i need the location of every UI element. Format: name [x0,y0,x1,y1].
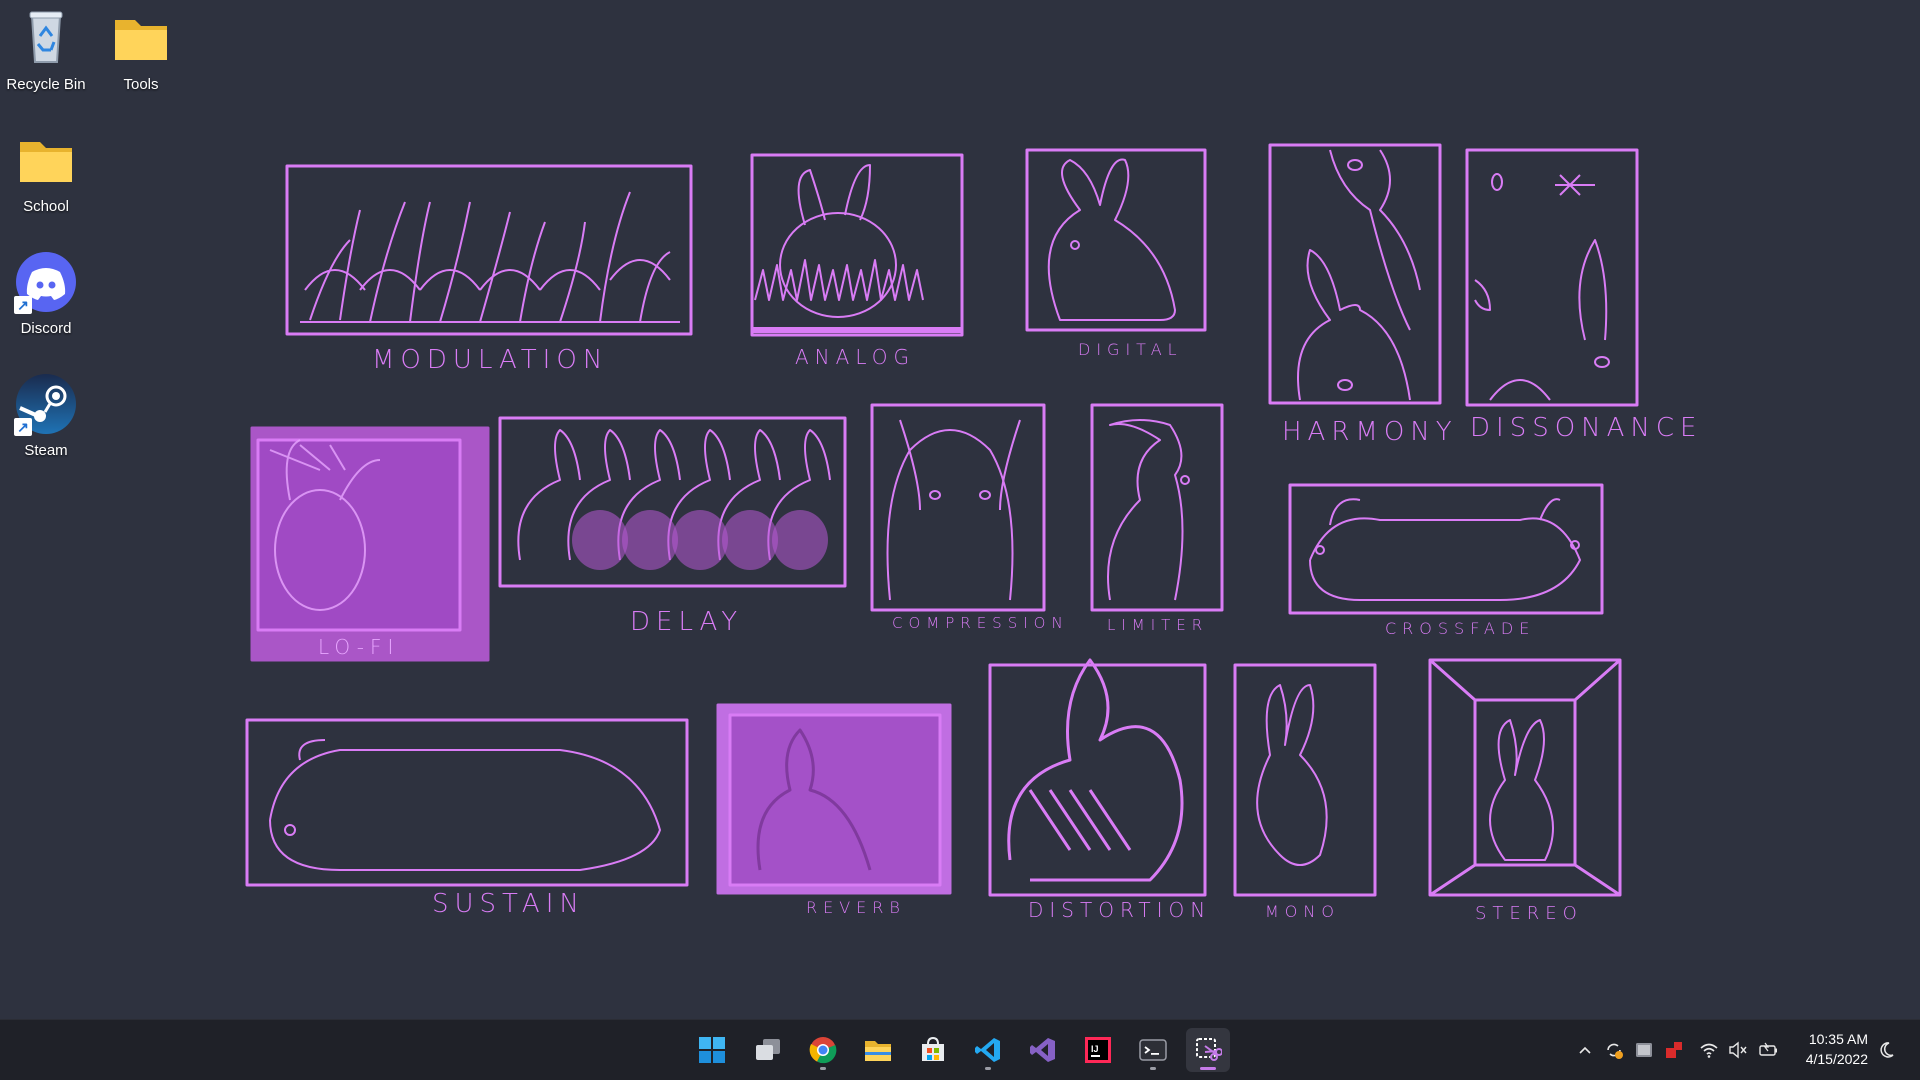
frame-harmony [1268,143,1442,405]
snipping-tool-button[interactable] [1186,1028,1230,1072]
jetbrains-button[interactable]: IJ [1076,1028,1120,1072]
file-explorer-button[interactable] [856,1028,900,1072]
frame-analog [750,153,964,337]
shortcut-arrow-icon: ↗ [14,418,32,436]
frame-sustain [245,718,689,887]
task-view-icon [756,1039,780,1060]
label-sustain: SUSTAIN [432,889,585,919]
running-indicator [1150,1067,1156,1070]
frame-mono [1233,663,1377,897]
label-mono: MONO [1265,902,1340,921]
microsoft-store-icon [922,1036,944,1061]
running-indicator [985,1067,991,1070]
recycle-bin-icon [14,6,78,70]
vscode-icon [975,1038,1000,1062]
label-modulation: MODULATION [372,345,608,375]
frame-limiter [1090,403,1224,612]
desktop-icon-label: Discord [20,320,72,337]
desktop-icon-label: Recycle Bin [6,76,86,93]
task-view-button[interactable] [746,1028,790,1072]
frame-dissonance [1465,148,1639,407]
frame-crossfade [1288,483,1604,615]
terminal-button[interactable] [1131,1028,1175,1072]
jetbrains-icon: IJ [1085,1037,1111,1063]
label-delay: DELAY [630,607,743,637]
visual-studio-button[interactable] [1021,1028,1065,1072]
label-stereo: STEREO [1475,903,1583,924]
battery-icon[interactable] [1757,1038,1781,1062]
chevron-up-icon[interactable] [1573,1038,1597,1062]
wallpaper: MODULATION ANALOG DIGITAL HARMONY DISSON… [245,143,1702,924]
label-limiter: LIMITER [1107,616,1208,634]
shortcut-arrow-icon: ↗ [14,296,32,314]
frame-distortion [988,658,1207,897]
start-button[interactable] [690,1028,734,1072]
svg-text:IJ: IJ [1091,1044,1099,1054]
file-explorer-icon [865,1041,891,1061]
security-icon[interactable] [1662,1038,1686,1062]
label-dissonance: DISSONANCE [1470,413,1702,443]
steam-icon: ↗ [14,372,78,436]
running-indicator [1200,1067,1216,1070]
frame-delay [498,416,847,588]
frame-stereo [1428,658,1622,897]
desktop-icon-school[interactable]: School [0,122,94,232]
microsoft-store-button[interactable] [911,1028,955,1072]
label-reverb: REVERB [806,898,906,917]
clock-date: 4/15/2022 [1805,1051,1868,1067]
label-digital: DIGITAL [1078,340,1183,359]
frame-digital [1025,148,1207,332]
chrome-button[interactable] [801,1028,845,1072]
terminal-icon [1139,1039,1167,1061]
desktop-icon-recycle-bin[interactable]: Recycle Bin [0,0,94,110]
sync-icon[interactable] [1602,1038,1626,1062]
tablet-icon[interactable] [1632,1038,1656,1062]
desktop-icon-label: Tools [123,76,159,93]
desktop-icon-label: School [23,198,69,215]
visual-studio-icon [1030,1038,1055,1062]
start-icon [699,1037,725,1063]
running-indicator [820,1067,826,1070]
desktop-icon-label: Steam [24,442,68,459]
folder-icon [109,6,173,70]
discord-icon: ↗ [14,250,78,314]
label-compression: COMPRESSION [892,614,1069,632]
clock[interactable]: 10:35 AM 4/15/2022 [1806,1029,1868,1069]
label-analog: ANALOG [795,345,915,369]
desktop-icon-steam[interactable]: ↗ Steam [0,366,94,476]
label-harmony: HARMONY [1282,417,1458,447]
folder-icon [14,128,78,192]
desktop-icon-tools[interactable]: Tools [93,0,189,110]
snipping-tool-icon [1196,1038,1222,1061]
focus-assist-icon[interactable] [1874,1038,1898,1062]
vscode-button[interactable] [966,1028,1010,1072]
frame-modulation [285,164,693,336]
desktop-icon-discord[interactable]: ↗ Discord [0,244,94,354]
label-crossfade: CROSSFADE [1385,619,1535,638]
frame-lofi [250,426,490,662]
wifi-icon[interactable] [1697,1038,1721,1062]
taskbar: IJ 10:35 AM 4/15/2022 [0,1019,1920,1080]
label-distortion: DISTORTION [1028,898,1211,922]
frame-compression [870,403,1046,612]
frame-reverb [716,703,952,895]
label-lofi: LO-FI [318,635,399,659]
speaker-muted-icon[interactable] [1726,1038,1750,1062]
chrome-icon [809,1037,837,1064]
clock-time: 10:35 AM [1808,1031,1868,1047]
